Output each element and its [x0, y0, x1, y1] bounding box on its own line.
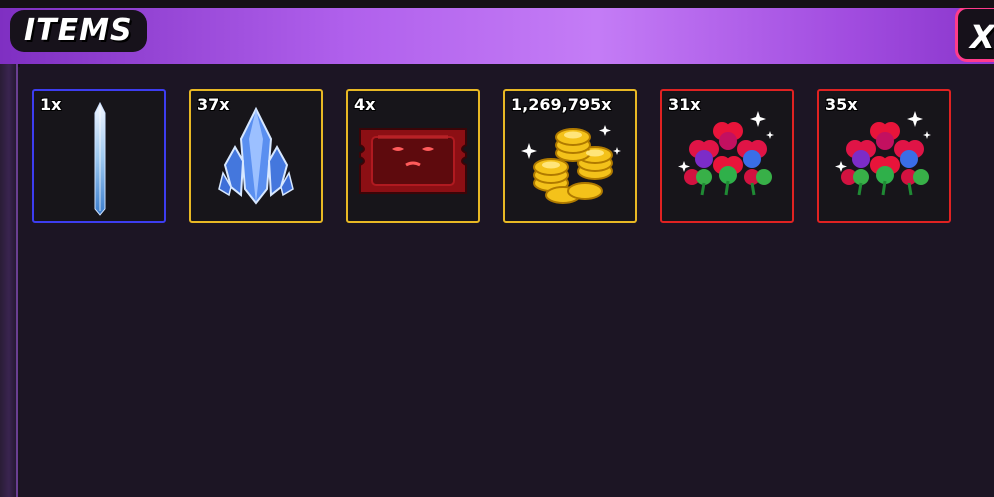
item-slot-ticket[interactable]: 4x	[346, 89, 480, 223]
item-count: 4x	[354, 95, 376, 114]
item-count: 1,269,795x	[511, 95, 612, 114]
item-slot-crystal[interactable]: 37x	[189, 89, 323, 223]
item-count: 31x	[668, 95, 701, 114]
item-slot-sword[interactable]: 1x	[32, 89, 166, 223]
item-slot-clover[interactable]: 31x	[660, 89, 794, 223]
inventory-window: ITEMS X 1x 37x 4x 1,269,795x 31x 35x	[0, 0, 994, 497]
item-count: 1x	[40, 95, 62, 114]
item-slot-coins[interactable]: 1,269,795x	[503, 89, 637, 223]
item-count: 35x	[825, 95, 858, 114]
items-grid: 1x 37x 4x 1,269,795x 31x 35x	[20, 64, 994, 497]
window-header: ITEMS X	[0, 0, 994, 67]
item-slot-clover[interactable]: 35x	[817, 89, 951, 223]
panel-left-edge	[0, 64, 18, 497]
window-title: ITEMS	[10, 10, 147, 52]
close-button[interactable]: X	[955, 6, 994, 62]
item-count: 37x	[197, 95, 230, 114]
